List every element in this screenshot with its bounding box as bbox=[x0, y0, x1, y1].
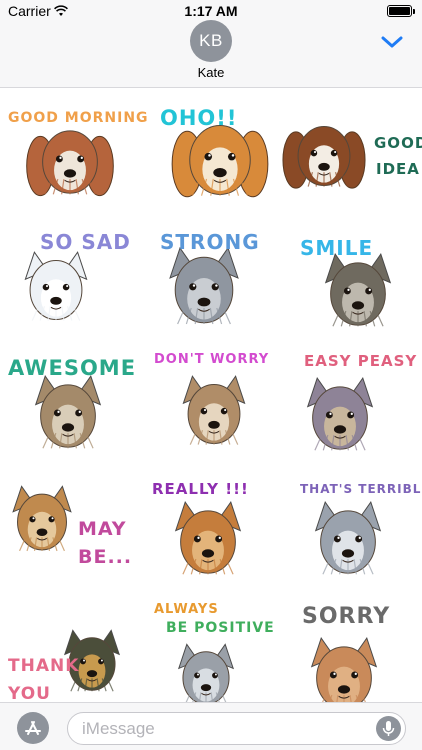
sticker-caption: THAT'S TERRIBLE! bbox=[300, 482, 422, 496]
sticker-caption: DON'T WORRY bbox=[154, 352, 270, 367]
dog-illustration bbox=[282, 125, 366, 189]
dog-illustration bbox=[26, 130, 114, 197]
status-bar: Carrier 1:17 AM bbox=[0, 0, 422, 22]
sticker-art bbox=[282, 125, 366, 189]
app-store-button[interactable] bbox=[17, 712, 49, 744]
sticker-caption: REALLY !!! bbox=[152, 480, 249, 498]
dog-illustration bbox=[314, 500, 382, 575]
dog-illustration bbox=[169, 246, 239, 325]
sticker-caption: GOOD bbox=[374, 134, 422, 152]
dog-illustration bbox=[171, 125, 269, 198]
sticker-item[interactable]: SO SAD bbox=[2, 220, 142, 344]
sticker-caption: OHO!! bbox=[160, 106, 238, 130]
sticker-item[interactable]: REALLY !!! bbox=[142, 472, 282, 596]
sticker-caption: STRONG bbox=[160, 230, 260, 254]
sticker-item[interactable]: GOOD IDEA bbox=[282, 96, 422, 220]
sticker-item[interactable]: ALWAYS BE POSITIVE bbox=[142, 596, 282, 702]
microphone-button[interactable] bbox=[376, 716, 401, 741]
sticker-item[interactable]: SORRY bbox=[282, 596, 422, 702]
battery-icon bbox=[387, 5, 415, 17]
sticker-item[interactable]: OHO!! bbox=[142, 96, 282, 220]
chevron-down-icon[interactable] bbox=[380, 34, 404, 50]
dog-illustration bbox=[310, 636, 378, 702]
sticker-caption: AWESOME bbox=[8, 356, 137, 380]
sticker-caption: ALWAYS bbox=[154, 602, 219, 617]
dog-illustration bbox=[182, 375, 246, 445]
status-time: 1:17 AM bbox=[184, 3, 238, 19]
message-input[interactable] bbox=[82, 713, 352, 744]
dog-illustration bbox=[34, 374, 102, 449]
app-store-icon bbox=[25, 721, 41, 735]
sticker-item[interactable]: MAY BE... bbox=[2, 472, 142, 596]
sticker-item[interactable]: THANK YOU bbox=[2, 596, 142, 702]
sticker-caption-line2: BE... bbox=[78, 546, 133, 568]
sticker-caption: SORRY bbox=[302, 604, 391, 629]
dog-illustration bbox=[12, 485, 72, 552]
sticker-caption: EASY PEASY bbox=[304, 352, 418, 370]
dog-illustration bbox=[324, 252, 392, 327]
sticker-item[interactable]: DON'T WORRY bbox=[142, 346, 282, 470]
dog-illustration bbox=[24, 251, 88, 321]
sticker-item[interactable]: STRONG bbox=[142, 220, 282, 344]
contact-avatar[interactable]: KB bbox=[190, 20, 232, 62]
message-input-bar bbox=[0, 702, 422, 750]
sticker-item[interactable]: THAT'S TERRIBLE! bbox=[282, 472, 422, 596]
dog-illustration bbox=[177, 643, 235, 702]
dog-illustration bbox=[306, 376, 374, 451]
sticker-grid: GOOD MORNING OHO!! GOOD IDEA SO SAD STRONG SMI… bbox=[0, 90, 422, 702]
sticker-caption-line2: YOU bbox=[8, 684, 51, 702]
contact-name[interactable]: Kate bbox=[0, 65, 422, 80]
dog-illustration bbox=[174, 500, 242, 575]
sticker-caption: GOOD MORNING bbox=[8, 110, 149, 126]
message-field[interactable] bbox=[67, 712, 406, 745]
sticker-caption: MAY bbox=[78, 518, 127, 540]
microphone-icon bbox=[382, 721, 395, 736]
sticker-item[interactable]: AWESOME bbox=[2, 346, 142, 470]
sticker-caption-line2: BE POSITIVE bbox=[166, 620, 275, 636]
sticker-caption: SMILE bbox=[300, 236, 374, 260]
sticker-caption: SO SAD bbox=[40, 230, 131, 254]
battery-level bbox=[389, 7, 410, 15]
sticker-item[interactable]: SMILE bbox=[282, 220, 422, 344]
sticker-item[interactable]: EASY PEASY bbox=[282, 346, 422, 470]
sticker-item[interactable]: GOOD MORNING bbox=[2, 96, 148, 220]
sticker-caption-line2: IDEA bbox=[376, 160, 420, 178]
sticker-caption: THANK bbox=[8, 656, 80, 676]
